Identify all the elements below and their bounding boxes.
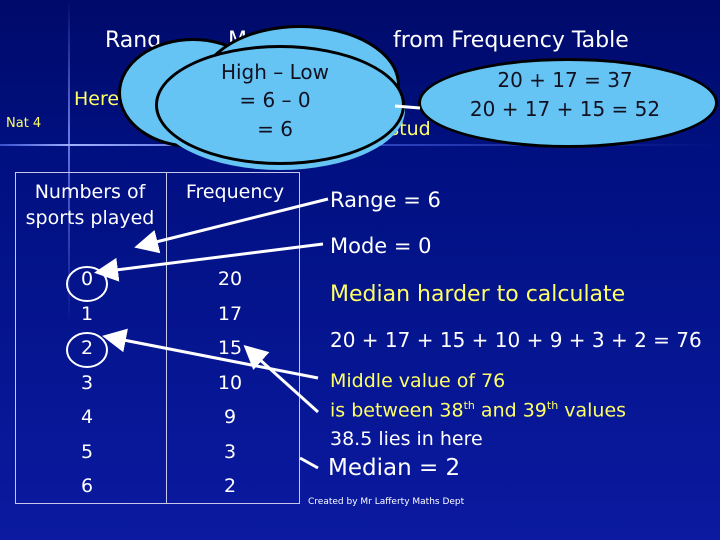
circle-median	[66, 332, 108, 368]
arrow-mode	[94, 242, 324, 282]
arrow-15	[243, 344, 320, 414]
annotation-arrows	[66, 104, 421, 470]
arrow-range	[134, 197, 329, 254]
arrow-median	[102, 328, 319, 380]
arrow-cloud	[394, 104, 421, 110]
arrow-median-result	[299, 456, 319, 470]
